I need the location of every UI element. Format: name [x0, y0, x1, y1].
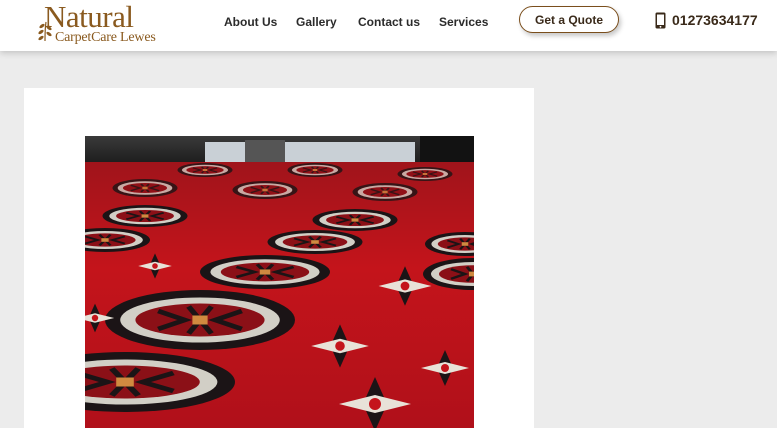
nav-about-us[interactable]: About Us — [224, 15, 277, 29]
logo-subtitle: CarpetCare Lewes — [55, 30, 156, 45]
mobile-phone-icon — [655, 12, 666, 28]
logo-title: Natural — [44, 0, 134, 34]
nav-services[interactable]: Services — [439, 15, 488, 29]
content-card — [24, 88, 534, 428]
carpet-photo — [85, 136, 474, 428]
get-a-quote-button[interactable]: Get a Quote — [519, 6, 619, 33]
nav-gallery[interactable]: Gallery — [296, 15, 337, 29]
site-header: Natural CarpetCare Lewes About Us Galler… — [0, 0, 777, 51]
phone-number: 01273634177 — [672, 12, 758, 28]
site-logo[interactable]: Natural CarpetCare Lewes — [36, 0, 161, 48]
nav-contact-us[interactable]: Contact us — [358, 15, 420, 29]
phone-link[interactable]: 01273634177 — [655, 11, 758, 29]
